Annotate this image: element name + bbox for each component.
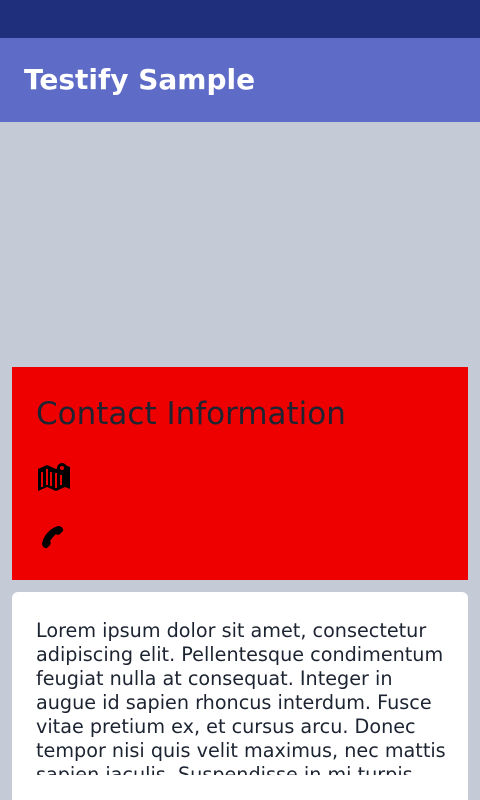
content-area[interactable]: Contact Information Lorem ipsum dolor si… (0, 122, 480, 800)
phone-icon[interactable] (34, 517, 74, 557)
map-icon[interactable] (34, 457, 74, 497)
status-bar (0, 0, 480, 38)
contact-heading: Contact Information (36, 396, 346, 432)
text-card: Lorem ipsum dolor sit amet, consectetur … (12, 592, 468, 800)
contact-card: Contact Information (12, 367, 468, 580)
app-title: Testify Sample (24, 63, 256, 96)
map-icon-glyph (38, 463, 70, 491)
body-text: Lorem ipsum dolor sit amet, consectetur … (36, 619, 446, 775)
phone-icon-glyph (42, 526, 64, 549)
